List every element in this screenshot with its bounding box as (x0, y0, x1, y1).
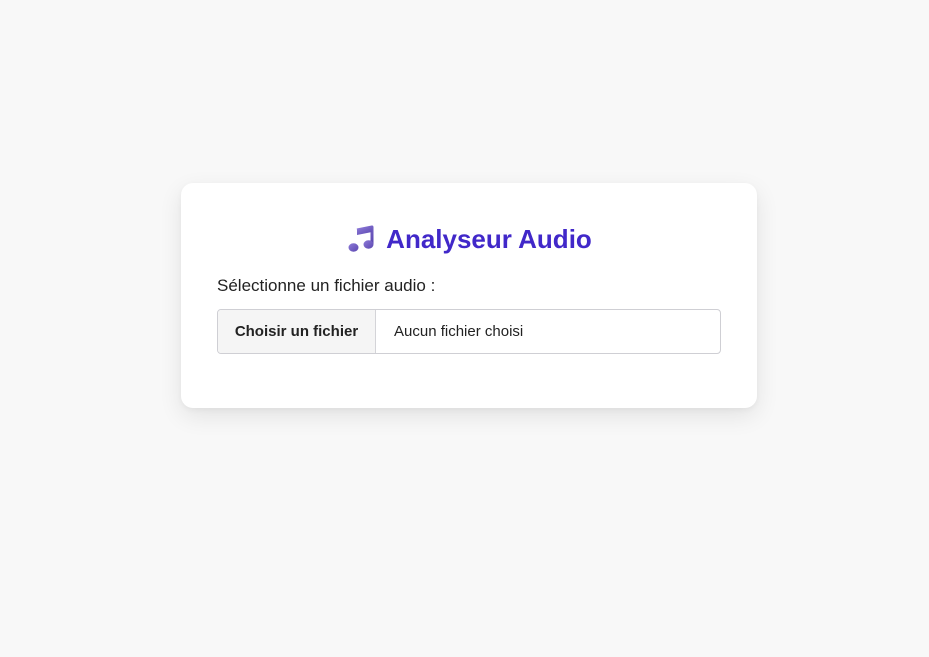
analyzer-card: Analyseur Audio Sélectionne un fichier a… (181, 183, 757, 408)
choose-file-button[interactable]: Choisir un fichier (218, 310, 376, 353)
page-title: Analyseur Audio (181, 221, 757, 257)
app-title: Analyseur Audio (386, 223, 592, 254)
audio-file-input[interactable]: Choisir un fichier Aucun fichier choisi (217, 309, 721, 354)
file-input-label: Sélectionne un fichier audio : (217, 276, 436, 295)
music-note-icon (346, 224, 376, 254)
file-name-status: Aucun fichier choisi (394, 323, 524, 340)
